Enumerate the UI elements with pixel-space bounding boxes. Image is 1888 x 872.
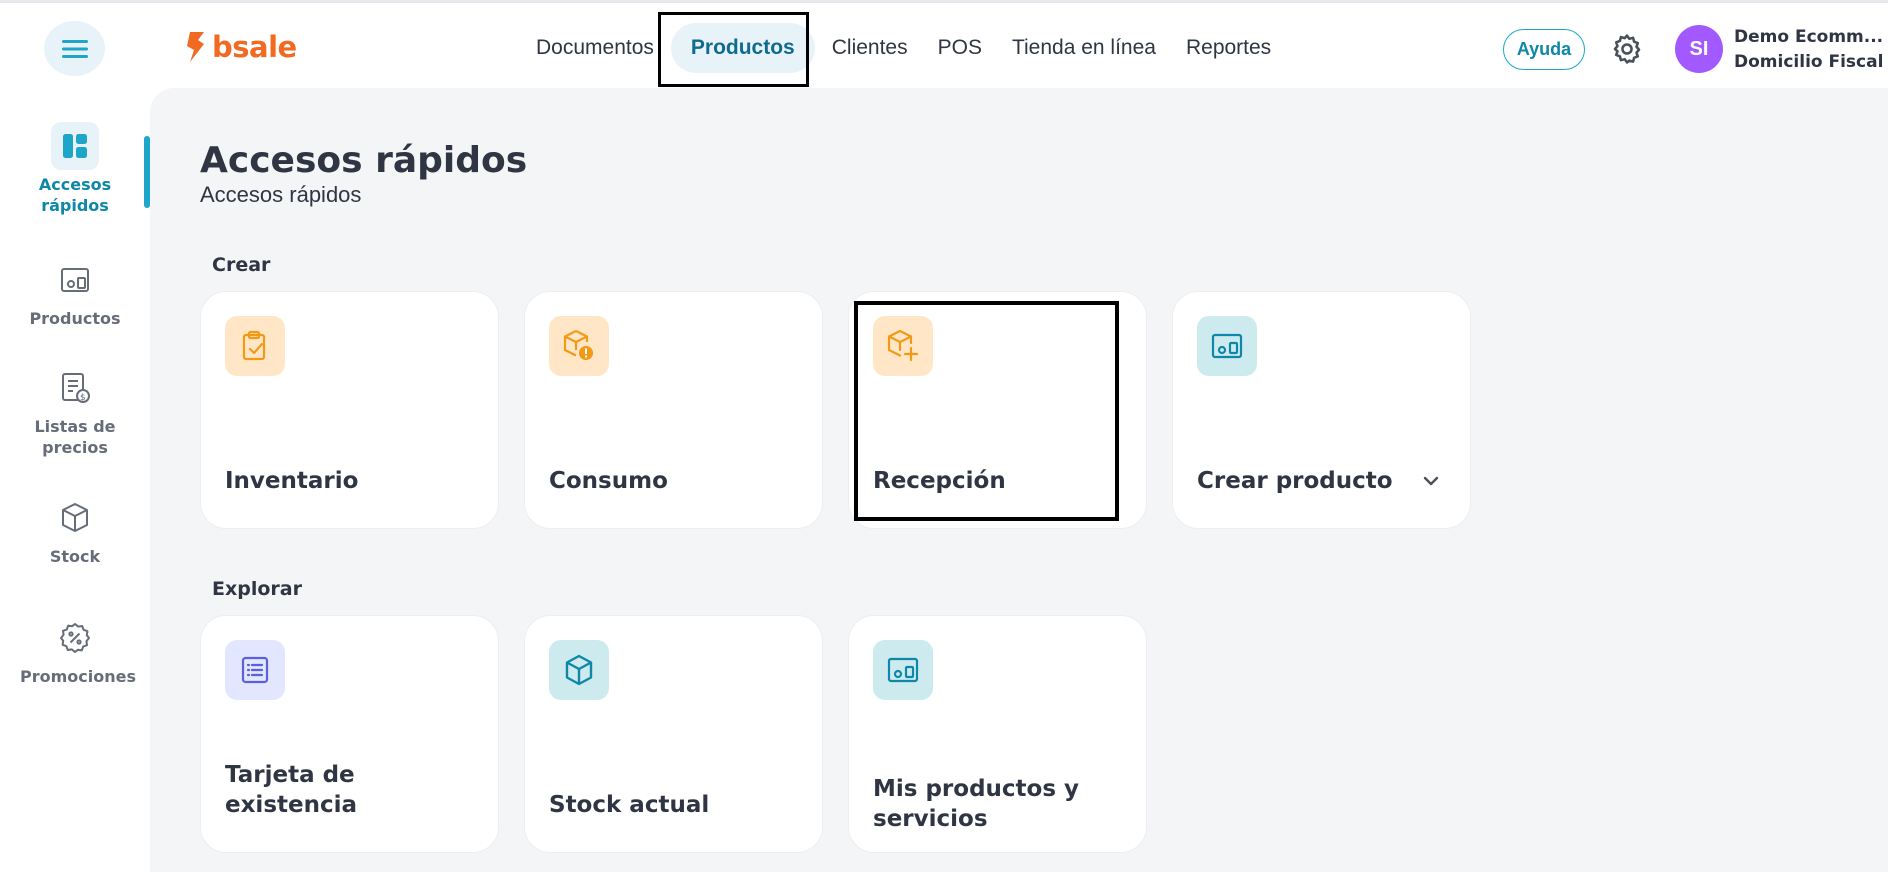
- gear-icon[interactable]: [1610, 32, 1644, 66]
- card-tarjeta-de-existencia[interactable]: Tarjeta de existencia: [200, 615, 499, 853]
- sidebar-item-label: Accesos rápidos: [38, 175, 112, 215]
- dashboard-icon: [51, 122, 99, 170]
- card-consumo[interactable]: Consumo: [524, 291, 823, 529]
- logo-text: bsale: [212, 30, 297, 64]
- card-stock-actual[interactable]: Stock actual: [524, 615, 823, 853]
- page-title: Accesos rápidos: [200, 140, 528, 181]
- card-crear-producto[interactable]: Crear producto: [1172, 291, 1471, 529]
- products-icon: [873, 640, 933, 700]
- discount-badge-icon: [51, 614, 99, 662]
- card-label: Recepción: [873, 468, 1006, 494]
- account-name: Demo Ecomm...: [1734, 27, 1884, 47]
- card-label: Mis productos y servicios: [873, 776, 1080, 832]
- sidebar-item-accesos-rapidos[interactable]: Accesos rápidos: [0, 122, 150, 216]
- sidebar-item-label: Listas de precios: [34, 417, 116, 457]
- page-subtitle: Accesos rápidos: [200, 182, 362, 207]
- products-icon: [1197, 316, 1257, 376]
- card-mis-productos-y-servicios[interactable]: Mis productos y servicios: [848, 615, 1147, 853]
- sidebar-item-label: Productos: [29, 309, 121, 328]
- card-inventario[interactable]: Inventario: [200, 291, 499, 529]
- bsale-logo[interactable]: bsale: [184, 29, 297, 65]
- avatar[interactable]: SI: [1675, 25, 1723, 73]
- sidebar-item-stock[interactable]: Stock: [0, 494, 150, 567]
- account-menu[interactable]: Demo Ecomm... Domicilio Fiscal: [1734, 25, 1888, 75]
- box-icon: [51, 494, 99, 542]
- help-button[interactable]: Ayuda: [1503, 29, 1585, 70]
- nav-pos[interactable]: POS: [923, 23, 997, 73]
- card-label: Stock actual: [549, 792, 710, 818]
- menu-button[interactable]: [44, 21, 105, 76]
- box-alert-icon: [549, 316, 609, 376]
- box-icon: [549, 640, 609, 700]
- sidebar-item-productos[interactable]: Productos: [0, 256, 150, 329]
- nav-reportes[interactable]: Reportes: [1171, 23, 1286, 73]
- sidebar-item-promociones[interactable]: Promociones: [0, 614, 150, 687]
- card-label: Tarjeta de existencia: [225, 762, 358, 818]
- card-label: Consumo: [549, 468, 668, 494]
- main-content: Accesos rápidos Accesos rápidos Crear In…: [150, 88, 1888, 872]
- products-icon: [51, 256, 99, 304]
- main-nav: Documentos Productos Clientes POS Tienda…: [528, 13, 1286, 83]
- box-plus-icon: [873, 316, 933, 376]
- nav-productos[interactable]: Productos: [670, 23, 815, 73]
- card-label: Crear producto: [1197, 468, 1393, 494]
- chevron-down-icon[interactable]: [1420, 470, 1442, 492]
- nav-documentos[interactable]: Documentos: [528, 23, 669, 73]
- price-list-icon: $: [51, 364, 99, 412]
- account-subtitle: Domicilio Fiscal: [1734, 52, 1884, 72]
- sidebar: Accesos rápidos Productos $ Listas de pr…: [0, 88, 150, 872]
- sidebar-item-label: Stock: [49, 547, 101, 566]
- sidebar-item-listas-de-precios[interactable]: $ Listas de precios: [0, 364, 150, 458]
- nav-tienda-en-linea[interactable]: Tienda en línea: [997, 23, 1171, 73]
- card-recepcion[interactable]: Recepción: [848, 291, 1147, 529]
- section-label-crear: Crear: [212, 254, 271, 276]
- bsale-logo-mark-icon: [187, 32, 204, 62]
- clipboard-check-icon: [225, 316, 285, 376]
- svg-text:$: $: [80, 393, 86, 403]
- sidebar-item-label: Promociones: [20, 667, 136, 686]
- section-label-explorar: Explorar: [212, 578, 302, 600]
- top-header: bsale Documentos Productos Clientes POS …: [0, 3, 1888, 88]
- list-icon: [225, 640, 285, 700]
- nav-clientes[interactable]: Clientes: [817, 23, 923, 73]
- card-label: Inventario: [225, 468, 359, 494]
- hamburger-icon: [61, 39, 88, 58]
